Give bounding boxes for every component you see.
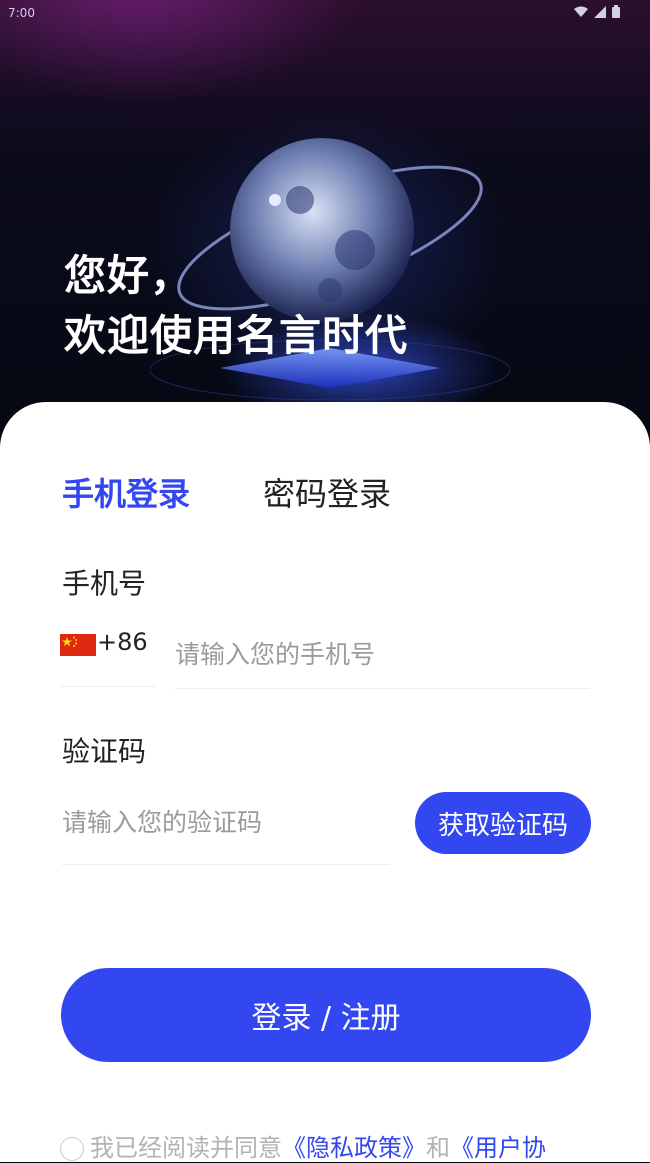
status-icons [574,5,620,18]
hero-banner: 7:00 您好， 欢迎使用名言时代 [0,0,650,440]
china-flag-icon [60,634,96,656]
status-bar: 7:00 [0,0,650,26]
phone-label: 手机号 [62,567,147,600]
get-code-button[interactable]: 获取验证码 [415,792,591,854]
wifi-icon [574,6,588,17]
phone-input[interactable] [175,624,590,684]
agree-checkbox[interactable] [60,1137,84,1161]
status-time: 7:00 [8,6,35,20]
agreement-row: 我已经阅读并同意《隐私政策》和《用户协 [60,1128,650,1162]
agreement-and: 和 [426,1134,450,1162]
battery-icon [612,5,620,18]
welcome-greeting: 您好， 欢迎使用名言时代 [64,246,408,366]
privacy-policy-link[interactable]: 《隐私政策》 [282,1134,426,1162]
signal-icon [594,5,606,18]
greeting-line-1: 您好， [64,251,194,300]
tab-password-login[interactable]: 密码登录 [263,474,391,514]
user-agreement-link[interactable]: 《用户协 [450,1134,546,1162]
code-underline [62,864,390,865]
code-label: 验证码 [62,735,147,768]
greeting-line-2: 欢迎使用名言时代 [64,311,409,360]
country-code[interactable]: +86 [97,628,148,656]
tab-phone-login[interactable]: 手机登录 [62,474,190,514]
prefix-divider [60,686,156,687]
phone-row: +86 [60,624,590,690]
verification-code-input[interactable] [62,792,382,852]
login-register-button[interactable]: 登录 / 注册 [61,968,591,1062]
agreement-prefix: 我已经阅读并同意 [90,1134,282,1162]
phone-underline [175,688,590,689]
